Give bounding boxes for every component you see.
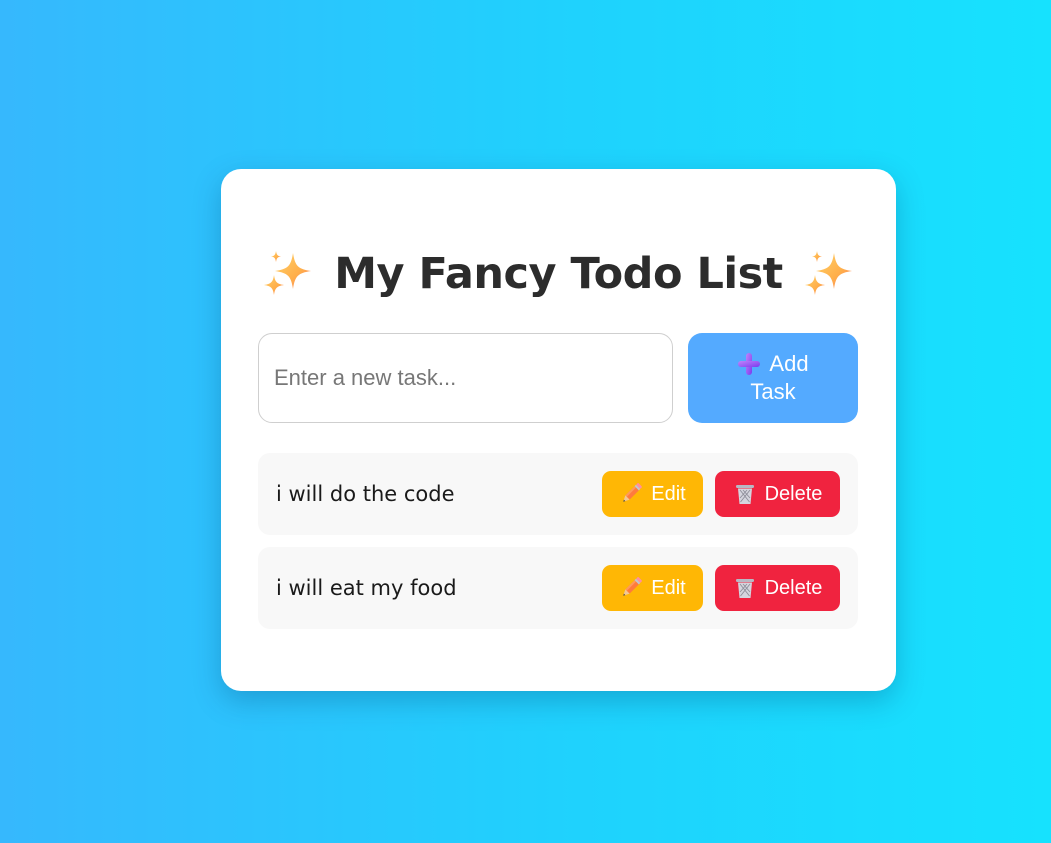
task-text: i will eat my food xyxy=(276,576,457,600)
todo-card: My Fancy Todo List Add Task i will do th… xyxy=(221,169,896,691)
edit-task-button[interactable]: Edit xyxy=(602,565,703,611)
task-text: i will do the code xyxy=(276,482,455,506)
delete-task-button[interactable]: Delete xyxy=(715,565,840,611)
delete-label: Delete xyxy=(764,576,823,599)
page-title: My Fancy Todo List xyxy=(221,243,896,305)
new-task-input[interactable] xyxy=(258,333,673,423)
edit-label: Edit xyxy=(651,482,686,505)
add-task-label-row: Add xyxy=(737,350,809,378)
sparkles-icon xyxy=(804,251,852,295)
trash-icon xyxy=(735,485,754,504)
task-item: i will do the code Edit Delete xyxy=(258,453,858,535)
add-task-label-line1: Add xyxy=(769,351,809,376)
sparkles-icon xyxy=(264,251,312,295)
pencil-icon xyxy=(623,577,643,596)
plus-icon xyxy=(738,353,761,375)
edit-task-button[interactable]: Edit xyxy=(602,471,703,517)
add-task-label-line2: Task xyxy=(750,379,796,404)
task-item: i will eat my food Edit Delete xyxy=(258,547,858,629)
edit-label: Edit xyxy=(651,576,686,599)
delete-task-button[interactable]: Delete xyxy=(715,471,840,517)
delete-label: Delete xyxy=(764,482,823,505)
pencil-icon xyxy=(623,483,643,502)
title-text: My Fancy Todo List xyxy=(334,249,783,299)
task-list: i will do the code Edit Delete i will ea… xyxy=(258,453,858,641)
trash-icon xyxy=(735,579,754,598)
add-task-button[interactable]: Add Task xyxy=(688,333,858,423)
